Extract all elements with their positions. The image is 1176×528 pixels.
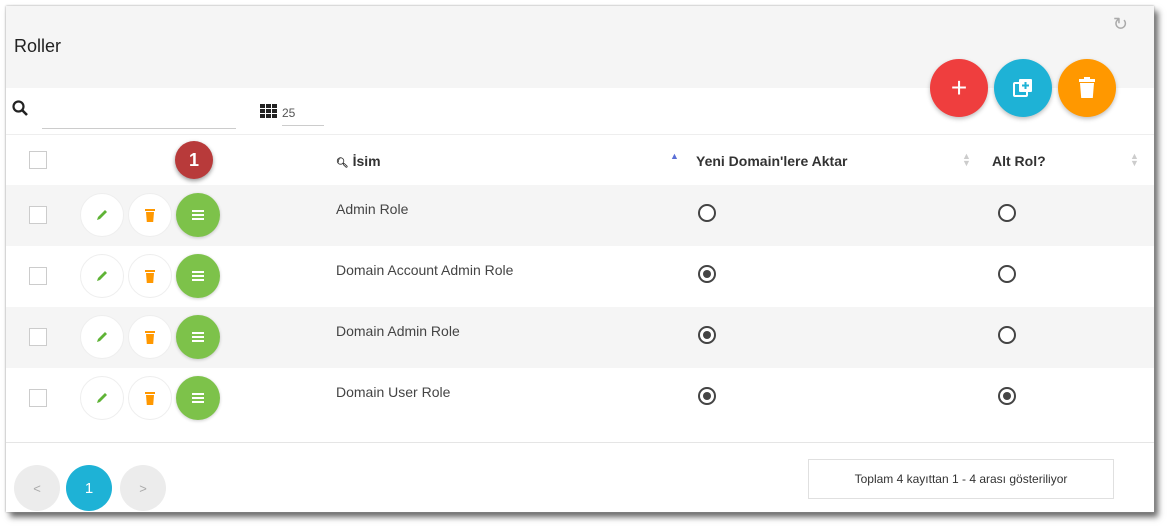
details-button[interactable] [176, 315, 220, 359]
pencil-icon [97, 393, 107, 403]
table-row: Domain Account Admin Role [6, 246, 1154, 307]
list-icon [192, 393, 204, 403]
edit-button[interactable] [80, 254, 124, 298]
table-row: Domain User Role [6, 368, 1154, 429]
table-footer: < 1 > Toplam 4 kayıttan 1 - 4 arası göst… [6, 442, 1154, 513]
delete-button[interactable] [128, 376, 172, 420]
add-role-button[interactable]: + [930, 59, 988, 117]
row-checkbox[interactable] [29, 328, 47, 346]
trash-icon [145, 392, 155, 405]
search-row: 25 [6, 90, 906, 134]
list-icon [192, 271, 204, 281]
transfer-radio [698, 265, 716, 283]
edit-button[interactable] [80, 376, 124, 420]
search-icon [12, 100, 28, 116]
edit-button[interactable] [80, 315, 124, 359]
column-transfer-header[interactable]: Yeni Domain'lere Aktar [696, 153, 847, 169]
pencil-icon [97, 271, 107, 281]
sort-asc-icon[interactable]: ▲ [670, 152, 679, 161]
plus-icon: + [950, 72, 968, 103]
row-checkbox[interactable] [29, 389, 47, 407]
copy-role-button[interactable] [994, 59, 1052, 117]
search-input[interactable] [42, 96, 236, 129]
subrole-radio [998, 265, 1016, 283]
roles-table: 🔍︎ İsim ▲ Yeni Domain'lere Aktar ▲ ▼ Alt … [6, 134, 1154, 429]
role-name: Admin Role [336, 201, 409, 217]
refresh-icon[interactable]: ↻ [1113, 14, 1128, 35]
details-button[interactable] [176, 254, 220, 298]
role-name: Domain Account Admin Role [336, 262, 514, 278]
delete-button[interactable] [128, 315, 172, 359]
subrole-radio [998, 326, 1016, 344]
pencil-icon [97, 332, 107, 342]
page-title: Roller [14, 36, 62, 56]
delete-button[interactable] [128, 193, 172, 237]
role-name: Domain User Role [336, 384, 451, 400]
column-name-header[interactable]: 🔍︎ İsim [336, 153, 381, 169]
edit-button[interactable] [80, 193, 124, 237]
step-badge: 1 [175, 141, 213, 179]
transfer-radio [698, 326, 716, 344]
grid-icon [260, 104, 277, 118]
trash-icon [145, 209, 155, 222]
roles-panel: Roller ↻ + 25 🔍︎ İsim ▲ Yeni Domain'lere… [6, 6, 1154, 512]
subrole-radio [998, 387, 1016, 405]
trash-icon [1079, 77, 1095, 98]
transfer-radio [698, 387, 716, 405]
list-icon [192, 332, 204, 342]
trash-icon [145, 270, 155, 283]
table-row: Domain Admin Role [6, 307, 1154, 368]
page-1-button[interactable]: 1 [66, 465, 112, 511]
table-row: Admin Role [6, 185, 1154, 246]
sort-icon[interactable]: ▲ ▼ [1130, 152, 1139, 168]
details-button[interactable] [176, 193, 220, 237]
row-checkbox[interactable] [29, 206, 47, 224]
role-name: Domain Admin Role [336, 323, 460, 339]
record-info: Toplam 4 kayıttan 1 - 4 arası gösteriliy… [808, 459, 1114, 499]
delete-button[interactable] [128, 254, 172, 298]
select-all-checkbox[interactable] [29, 151, 47, 169]
trash-icon [145, 331, 155, 344]
row-checkbox[interactable] [29, 267, 47, 285]
transfer-radio [698, 204, 716, 222]
list-icon [192, 210, 204, 220]
copy-add-icon [1013, 79, 1032, 97]
page-size-select[interactable]: 25 [282, 96, 324, 126]
subrole-radio [998, 204, 1016, 222]
search-small-icon: 🔍︎ [336, 158, 349, 169]
pencil-icon [97, 210, 107, 220]
next-page-button[interactable]: > [120, 465, 166, 511]
delete-role-button[interactable] [1058, 59, 1116, 117]
sort-icon[interactable]: ▲ ▼ [962, 152, 971, 168]
details-button[interactable] [176, 376, 220, 420]
column-subrole-header[interactable]: Alt Rol? [992, 153, 1046, 169]
prev-page-button[interactable]: < [14, 465, 60, 511]
